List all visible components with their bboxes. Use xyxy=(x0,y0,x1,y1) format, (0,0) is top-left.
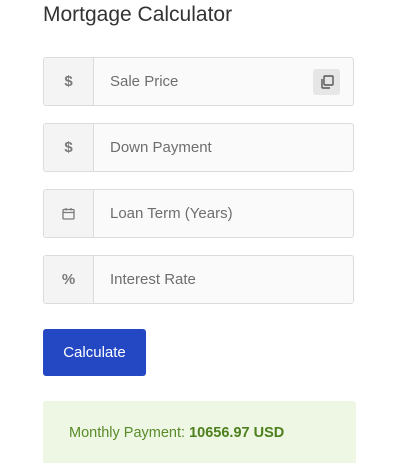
percent-icon: % xyxy=(44,256,94,303)
down-payment-input[interactable] xyxy=(94,124,353,171)
monthly-payment-amount: 10656.97 USD xyxy=(189,425,285,441)
loan-term-field xyxy=(43,189,354,238)
result-panel: Monthly Payment: 10656.97 USD xyxy=(43,401,356,463)
interest-rate-input[interactable] xyxy=(94,256,353,303)
calendar-icon xyxy=(44,190,94,237)
interest-rate-field: % xyxy=(43,255,354,304)
result-label: Monthly Payment: xyxy=(69,425,186,441)
page-title: Mortgage Calculator xyxy=(43,3,233,26)
dollar-icon: $ xyxy=(44,58,94,105)
sale-price-field: $ xyxy=(43,57,354,106)
dollar-icon: $ xyxy=(44,124,94,171)
calculate-button[interactable]: Calculate xyxy=(43,329,146,376)
copy-icon[interactable] xyxy=(313,69,340,95)
down-payment-field: $ xyxy=(43,123,354,172)
loan-term-input[interactable] xyxy=(94,190,353,237)
